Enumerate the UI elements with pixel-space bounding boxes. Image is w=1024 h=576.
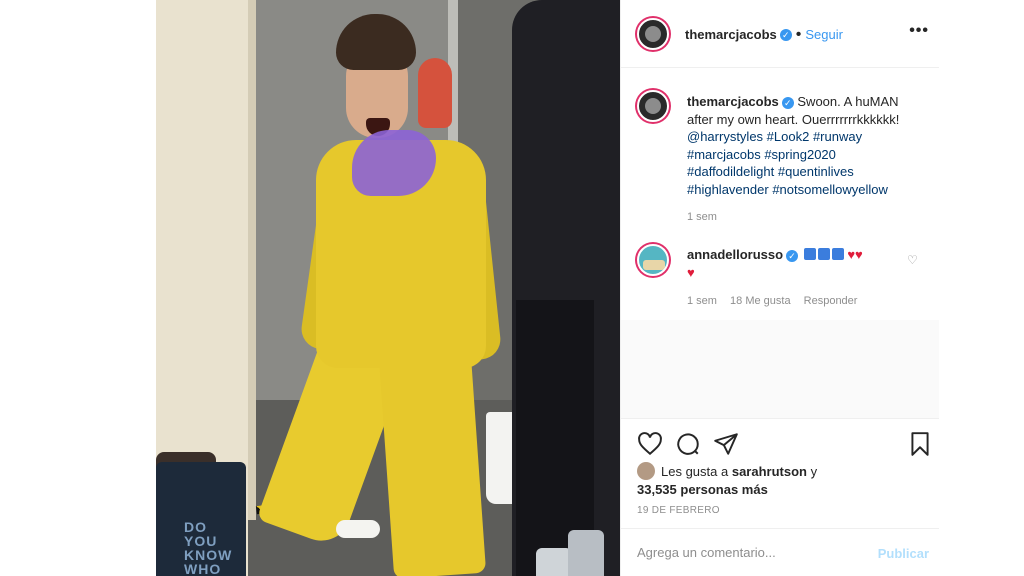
separator-dot: •	[795, 26, 802, 43]
heart-emoji-icon: ♥	[847, 247, 856, 262]
likes-user[interactable]: sarahrutson	[732, 464, 807, 479]
heart-icon[interactable]	[637, 431, 663, 457]
liker-avatar[interactable]	[637, 462, 655, 480]
caption-mention[interactable]: @harrystyles	[687, 129, 763, 144]
avatar[interactable]	[637, 18, 669, 50]
bookmark-icon[interactable]	[907, 431, 933, 457]
photo-man-shoe	[336, 520, 380, 538]
caption-avatar[interactable]	[637, 90, 669, 122]
photo-wall-edge	[248, 0, 256, 520]
caption-hashtag[interactable]: #highlavender	[687, 182, 769, 197]
add-comment-bar: Publicar	[621, 528, 939, 576]
verified-icon: ✓	[781, 96, 794, 109]
caption-hashtag[interactable]: #runway	[813, 129, 862, 144]
photo-lavender-scarf	[352, 130, 436, 196]
follow-button[interactable]: Seguir	[805, 27, 843, 42]
caption-hashtag[interactable]: #spring2020	[764, 147, 836, 162]
photo-can	[568, 530, 604, 576]
caption-hashtag[interactable]: #quentinlives	[778, 164, 854, 179]
post-side-panel: themarcjacobs ✓ • Seguir ••• themarcjacobs ✓…	[620, 0, 939, 576]
likes-prefix: Les gusta a	[661, 464, 729, 479]
comment-time[interactable]: 1 sem	[687, 295, 717, 307]
header-username[interactable]: themarcjacobs	[685, 27, 777, 42]
caption-hashtag[interactable]: #daffodildelight	[687, 164, 774, 179]
verified-icon: ✓	[779, 28, 792, 41]
heart-emoji-icon: ♥	[687, 264, 695, 280]
photo-man-right-leg	[377, 337, 487, 576]
avatar-image	[645, 26, 661, 42]
post-date[interactable]: 19 DE FEBRERO	[637, 505, 720, 516]
likes-summary: Les gusta a sarahrutson y 33,535 persona…	[637, 462, 817, 499]
comment-like-icon[interactable]: ♡	[907, 253, 918, 267]
emoji-icon	[803, 248, 816, 260]
caption-username[interactable]: themarcjacobs	[687, 94, 779, 109]
post-photo[interactable]: DO YOU KNOW WHO	[156, 0, 620, 576]
caption-time[interactable]: 1 sem	[687, 209, 923, 227]
comments-spacer	[621, 320, 939, 418]
header-user-line: themarcjacobs ✓ • Seguir	[685, 26, 843, 44]
likes-joiner: y	[810, 464, 818, 479]
heart-emoji-icon: ♥	[855, 247, 863, 262]
share-icon[interactable]	[713, 431, 739, 457]
caption-hashtag[interactable]: #Look2	[767, 129, 810, 144]
comment-meta: 1 sem 18 Me gusta Responder	[687, 295, 867, 307]
photo-bag-text: DO YOU KNOW WHO	[184, 519, 233, 576]
caption-hashtag[interactable]: #notsomellowyellow	[772, 182, 888, 197]
caption: themarcjacobs ✓ Swoon. A huMAN after my o…	[687, 93, 923, 226]
photo-can	[536, 548, 572, 576]
emoji-icon	[831, 248, 844, 260]
comment-avatar[interactable]	[637, 244, 669, 276]
comment: annadellorusso ✓ ♥♥ ♥	[687, 246, 907, 281]
photo-background-person	[418, 58, 452, 128]
comment-username[interactable]: annadellorusso	[687, 247, 783, 262]
comment-input[interactable]	[637, 545, 857, 560]
more-icon[interactable]: •••	[909, 22, 929, 40]
verified-icon: ✓	[786, 249, 799, 262]
avatar-image	[643, 260, 665, 270]
reply-button[interactable]: Responder	[804, 295, 858, 307]
likes-count[interactable]: 33,535 personas más	[637, 482, 768, 497]
comment-icon[interactable]	[675, 431, 701, 457]
post-header: themarcjacobs ✓ • Seguir •••	[621, 0, 939, 68]
emoji-icon	[817, 248, 830, 260]
caption-hashtag[interactable]: #marcjacobs	[687, 147, 761, 162]
comment-likes[interactable]: 18 Me gusta	[730, 295, 791, 307]
publish-button[interactable]: Publicar	[878, 546, 929, 561]
action-bar	[621, 418, 939, 468]
avatar-image	[645, 98, 661, 114]
